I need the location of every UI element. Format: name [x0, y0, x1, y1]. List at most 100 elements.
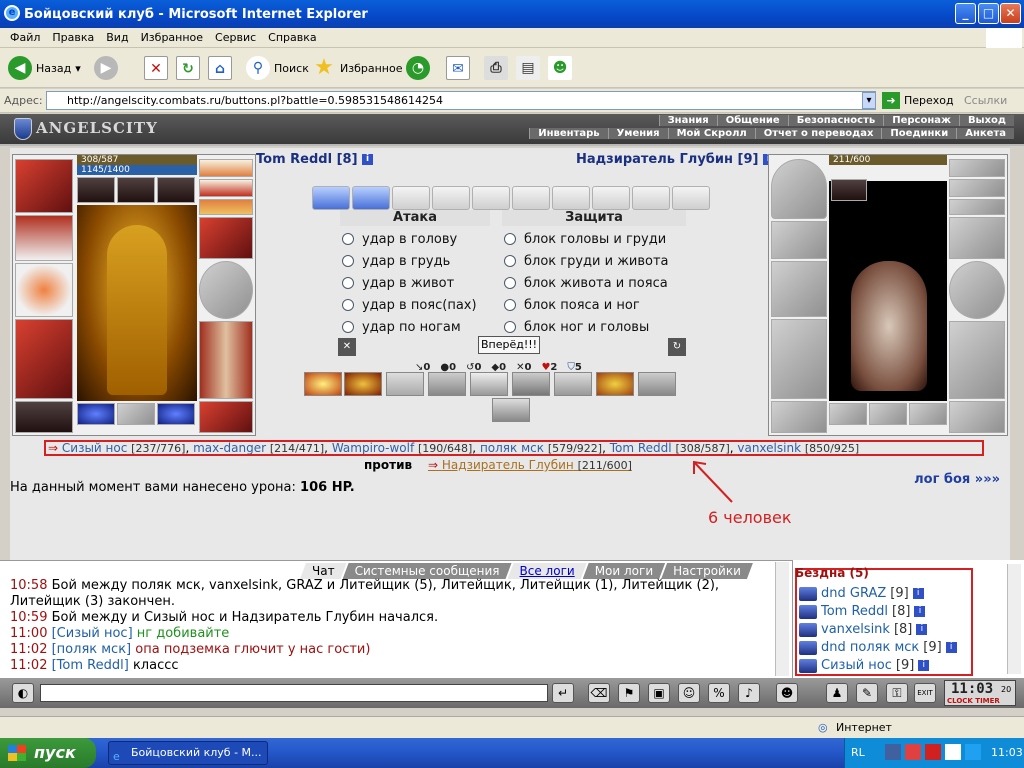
tab-settings[interactable]: Настройки	[661, 563, 753, 579]
tab-chat[interactable]: Чат	[300, 563, 347, 579]
fighter-name[interactable]: vanxelsink	[737, 442, 801, 454]
language-indicator[interactable]: RL	[851, 746, 865, 759]
nav-profile[interactable]: Анкета	[956, 128, 1014, 139]
gloves-slot[interactable]	[949, 217, 1005, 259]
opponent-name-text[interactable]: Надзиратель Глубин	[576, 152, 733, 167]
weapon-slot[interactable]	[15, 263, 73, 317]
nav-inventory[interactable]: Инвентарь	[529, 128, 608, 139]
refresh-icon[interactable]: ↻	[668, 338, 686, 356]
defense-option-4[interactable]: блок пояса и ног	[504, 294, 640, 316]
messenger-icon[interactable]	[965, 744, 981, 760]
links-label[interactable]: Ссылки	[964, 94, 1007, 107]
scroll-slot[interactable]	[392, 186, 430, 210]
scroll-slot[interactable]	[312, 186, 350, 210]
legs-slot[interactable]	[199, 321, 253, 399]
earring-slot[interactable]	[949, 159, 1005, 177]
fighter-name[interactable]: поляк мск	[480, 442, 544, 454]
bracer-slot[interactable]	[771, 221, 827, 259]
network-icon[interactable]	[885, 744, 901, 760]
amulet-slot[interactable]	[199, 179, 253, 197]
skill-icon[interactable]	[344, 372, 382, 396]
history-button[interactable]: ◔	[406, 54, 430, 82]
forward-attack-button[interactable]: Вперёд!!!	[478, 336, 540, 354]
room-user[interactable]: Tom Reddl [8] i	[799, 604, 926, 619]
smiley-icon[interactable]: ☻	[776, 683, 798, 703]
radio-button[interactable]	[342, 255, 354, 267]
helmet-slot[interactable]	[771, 159, 827, 219]
user-name[interactable]: Сизый нос	[821, 658, 892, 673]
tab-my-logs[interactable]: Мои логи	[583, 563, 665, 579]
bracer-slot[interactable]	[15, 215, 73, 261]
user-name[interactable]: vanxelsink	[821, 622, 890, 637]
chat-scrollbar[interactable]	[775, 562, 789, 676]
search-button[interactable]: ⚲ Поиск	[246, 54, 309, 82]
fighter-name[interactable]: Сизый нос	[62, 442, 127, 454]
minimize-button[interactable]: _	[955, 3, 976, 24]
scroll-slot[interactable]	[472, 186, 510, 210]
attack-option-chest[interactable]: удар в грудь	[342, 250, 450, 272]
rune-slot[interactable]	[829, 403, 867, 425]
earring-slot[interactable]	[199, 159, 253, 177]
fighter-name[interactable]: Tom Reddl	[610, 442, 672, 454]
skill-icon[interactable]	[492, 398, 530, 422]
radio-button[interactable]	[504, 277, 516, 289]
rune-slot[interactable]	[77, 403, 115, 425]
cancel-icon[interactable]: ✕	[338, 338, 356, 356]
nav-my-scroll[interactable]: Мой Скролл	[667, 128, 755, 139]
radio-button[interactable]	[342, 299, 354, 311]
dropdown-icon[interactable]: ▾	[75, 62, 81, 75]
stop-button[interactable]: ✕	[144, 54, 168, 82]
nav-transfers[interactable]: Отчет о переводах	[754, 128, 882, 139]
scroll-slot[interactable]	[352, 186, 390, 210]
taskbar-window-item[interactable]: e Бойцовский клуб - М...	[108, 741, 268, 765]
scroll-slot[interactable]	[432, 186, 470, 210]
menu-view[interactable]: Вид	[100, 31, 134, 44]
character-icon[interactable]: ♟	[826, 683, 848, 703]
forward-button[interactable]: ▶	[94, 54, 118, 82]
scroll-slot[interactable]	[552, 186, 590, 210]
menu-edit[interactable]: Правка	[46, 31, 100, 44]
home-button[interactable]: ⌂	[208, 54, 232, 82]
radio-button[interactable]	[504, 299, 516, 311]
music-icon[interactable]: ♪	[738, 683, 760, 703]
armor-slot[interactable]	[15, 319, 73, 399]
fighter-name[interactable]: Wampiro-wolf	[332, 442, 414, 454]
lock-icon[interactable]: ⚿	[886, 683, 908, 703]
radio-button[interactable]	[504, 321, 516, 333]
scroll-slot[interactable]	[512, 186, 550, 210]
defense-option-1[interactable]: блок головы и груди	[504, 228, 666, 250]
room-user[interactable]: vanxelsink [8] i	[799, 622, 928, 637]
scroll-slot[interactable]	[672, 186, 710, 210]
info-icon[interactable]: i	[945, 642, 957, 653]
skill-icon[interactable]	[554, 372, 592, 396]
nav-character[interactable]: Персонаж	[883, 115, 959, 126]
rings-slot[interactable]	[199, 199, 253, 215]
room-scrollbar[interactable]	[1007, 564, 1021, 674]
user-name[interactable]: dnd GRAZ	[821, 586, 886, 601]
chat-mode-icon[interactable]: ◐	[12, 683, 34, 703]
skill-icon[interactable]	[386, 372, 424, 396]
belt-slot[interactable]	[15, 401, 73, 433]
scroll-slot[interactable]	[632, 186, 670, 210]
quest-icon[interactable]: ✎	[856, 683, 878, 703]
edit-button[interactable]: ▤	[516, 54, 540, 82]
rune-slot[interactable]	[909, 403, 947, 425]
save-icon[interactable]: ▣	[648, 683, 670, 703]
send-icon[interactable]: ↵	[552, 683, 574, 703]
enemy-entry[interactable]: ⇒ Надзиратель Глубин [211/600]	[428, 458, 632, 472]
info-icon[interactable]: i	[362, 154, 374, 165]
back-button[interactable]: ◀ Назад ▾	[8, 54, 81, 82]
info-icon[interactable]: i	[912, 588, 924, 599]
rune-slot[interactable]	[157, 403, 195, 425]
translit-icon[interactable]: %	[708, 683, 730, 703]
radio-button[interactable]	[504, 233, 516, 245]
tab-all-logs[interactable]: Все логи	[508, 563, 587, 579]
amulet-slot[interactable]	[949, 179, 1005, 197]
skill-icon[interactable]	[512, 372, 550, 396]
nav-exit[interactable]: Выход	[958, 115, 1014, 126]
filter-icon[interactable]: ⚑	[618, 683, 640, 703]
media-icon[interactable]	[945, 744, 961, 760]
armor-slot[interactable]	[771, 319, 827, 399]
mail-button[interactable]: ✉	[446, 54, 470, 82]
menu-help[interactable]: Справка	[262, 31, 322, 44]
